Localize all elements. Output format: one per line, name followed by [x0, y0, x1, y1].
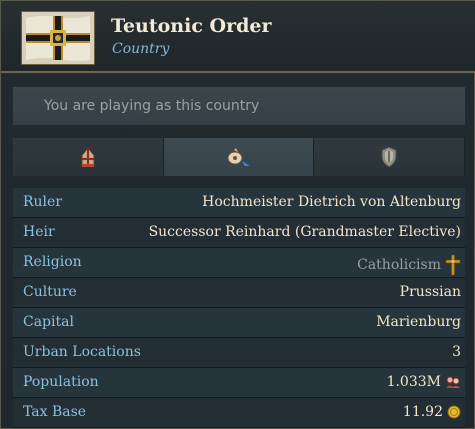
row-religion[interactable]: Religion Catholicism	[13, 248, 465, 278]
row-value: Hochmeister Dietrich von Altenburg	[202, 194, 461, 210]
row-label: Ruler	[23, 194, 63, 210]
population-value: 1.033M	[386, 374, 441, 390]
row-value: Marienburg	[376, 314, 461, 330]
tab-military[interactable]	[314, 138, 466, 176]
tax-base-value: 11.92	[402, 404, 443, 420]
population-icon	[446, 376, 460, 388]
row-capital[interactable]: Capital Marienburg	[13, 308, 465, 338]
row-value: 1.033M	[387, 374, 461, 390]
country-flag[interactable]	[21, 11, 95, 65]
row-urban-locations[interactable]: Urban Locations 3	[13, 338, 465, 368]
row-culture[interactable]: Culture Prussian	[13, 278, 465, 308]
row-label: Population	[23, 374, 99, 390]
shield-icon	[381, 146, 397, 168]
urban-locations-value: 3	[452, 344, 461, 360]
panel-header: Teutonic Order Country	[1, 1, 475, 73]
row-label: Tax Base	[23, 404, 87, 420]
capital-value[interactable]: Marienburg	[376, 314, 461, 330]
row-label: Capital	[23, 314, 74, 330]
country-subtitle: Country	[112, 41, 170, 57]
row-label: Urban Locations	[23, 344, 141, 360]
row-label: Heir	[23, 224, 55, 240]
tab-ruler[interactable]	[13, 138, 164, 176]
crucifix-icon	[445, 254, 461, 276]
row-value: Successor Reinhard (Grandmaster Elective…	[149, 224, 461, 240]
row-value: Prussian	[400, 284, 461, 300]
row-value: Catholicism	[357, 254, 461, 276]
row-value: 11.92	[403, 404, 461, 420]
tab-overview[interactable]	[163, 138, 315, 176]
row-ruler[interactable]: Ruler Hochmeister Dietrich von Altenburg	[13, 188, 465, 218]
country-title: Teutonic Order	[111, 15, 272, 37]
playing-notice: You are playing as this country	[13, 87, 465, 125]
teutonic-cross-flag-icon	[22, 12, 94, 64]
country-details: Ruler Hochmeister Dietrich von Altenburg…	[13, 188, 465, 428]
row-value: 3	[452, 344, 461, 360]
playing-notice-text: You are playing as this country	[44, 98, 260, 114]
row-label: Culture	[23, 284, 77, 300]
panel-tabs	[13, 138, 466, 176]
row-population[interactable]: Population 1.033M	[13, 368, 465, 398]
row-label: Religion	[23, 254, 82, 270]
culture-value[interactable]: Prussian	[400, 284, 461, 300]
row-tax-base[interactable]: Tax Base 11.92	[13, 398, 465, 428]
country-panel: Teutonic Order Country You are playing a…	[0, 0, 475, 429]
religion-value[interactable]: Catholicism	[357, 257, 441, 273]
gold-coin-icon	[447, 405, 461, 419]
ruler-value[interactable]: Hochmeister Dietrich von Altenburg	[202, 194, 461, 210]
row-heir[interactable]: Heir Successor Reinhard (Grandmaster Ele…	[13, 218, 465, 248]
heir-value[interactable]: Successor Reinhard (Grandmaster Elective…	[149, 224, 461, 240]
quill-pointer-icon	[227, 148, 250, 167]
bishop-mitre-icon	[81, 147, 95, 167]
